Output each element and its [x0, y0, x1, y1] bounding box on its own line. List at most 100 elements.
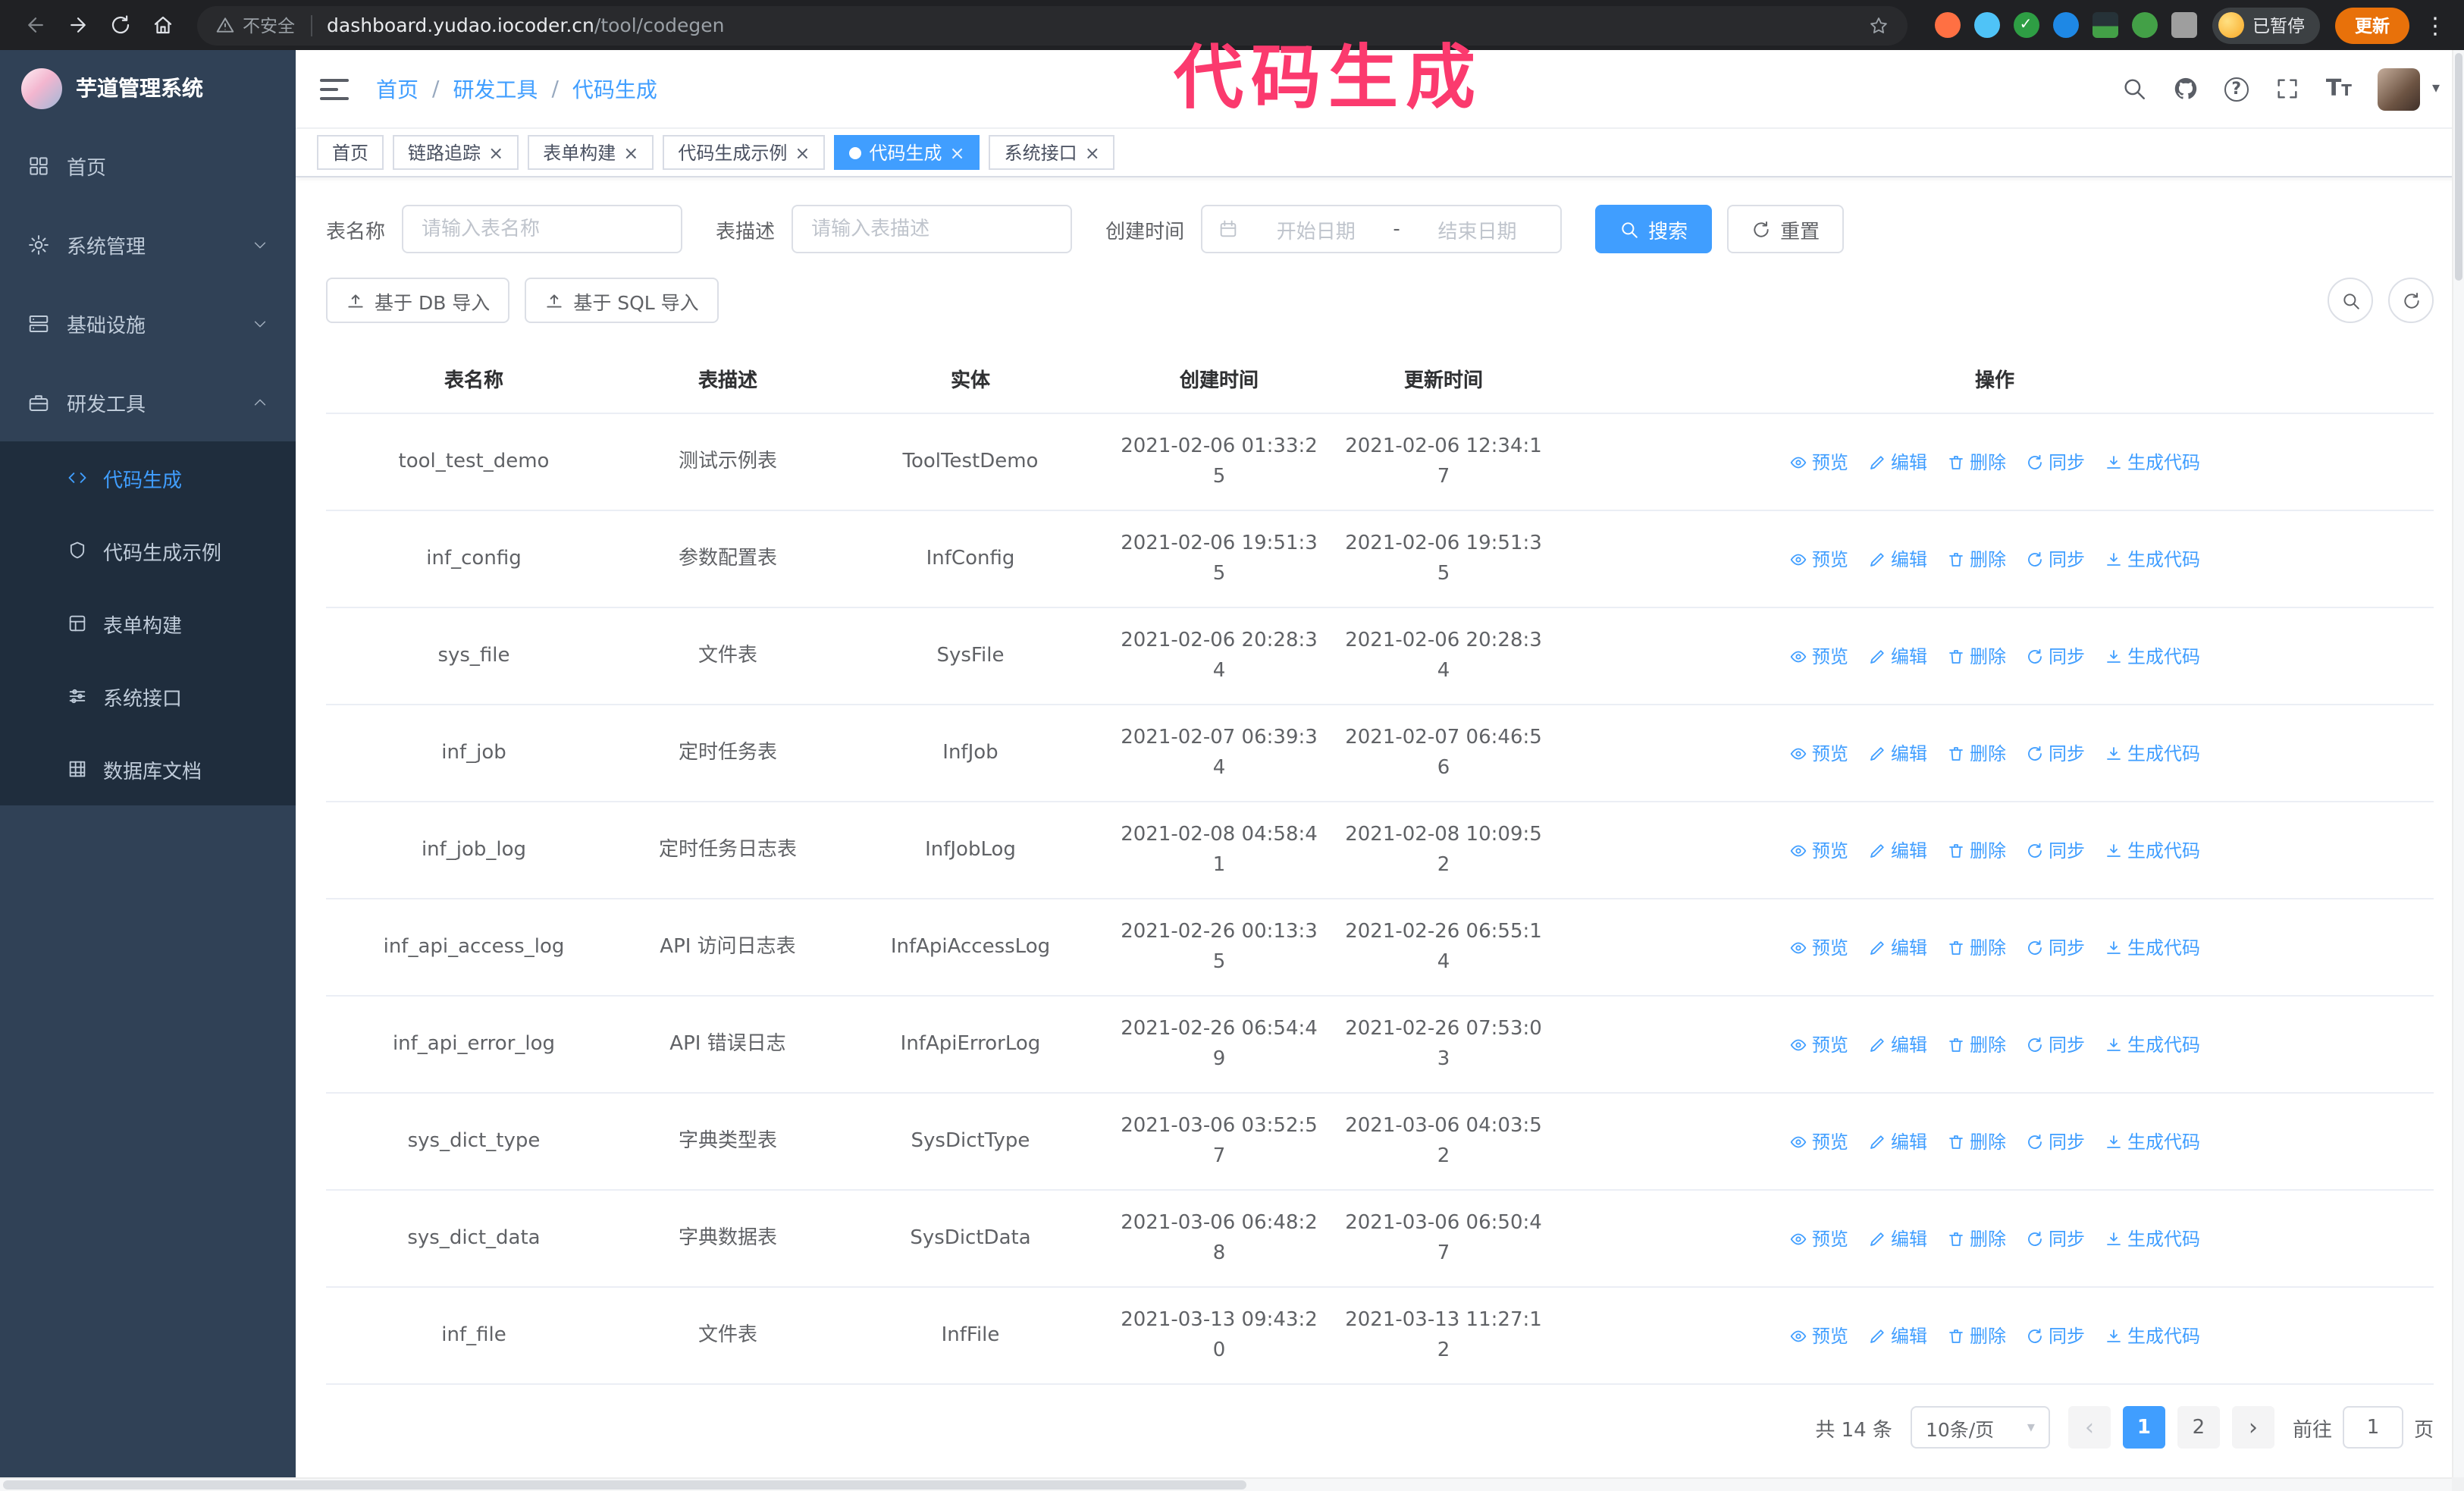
sync-link[interactable]: 同步 — [2026, 642, 2085, 670]
generate-code-link[interactable]: 生成代码 — [2105, 1031, 2200, 1058]
generate-code-link[interactable]: 生成代码 — [2105, 837, 2200, 864]
generate-code-link[interactable]: 生成代码 — [2105, 1128, 2200, 1155]
edit-link[interactable]: 编辑 — [1868, 1225, 1927, 1252]
tab-home[interactable]: 首页 — [317, 135, 384, 170]
table-desc-input[interactable] — [792, 205, 1073, 253]
generate-code-link[interactable]: 生成代码 — [2105, 448, 2200, 476]
preview-link[interactable]: 预览 — [1789, 934, 1848, 961]
generate-code-link[interactable]: 生成代码 — [2105, 739, 2200, 767]
browser-forward-button[interactable] — [58, 5, 97, 45]
tab-codegen-example[interactable]: 代码生成示例 × — [663, 135, 826, 170]
fullscreen-icon[interactable] — [2274, 76, 2300, 102]
extension-icon-drop[interactable] — [1973, 12, 1999, 38]
close-icon[interactable]: × — [623, 143, 638, 162]
preview-link[interactable]: 预览 — [1789, 1322, 1848, 1349]
preview-link[interactable]: 预览 — [1789, 1225, 1848, 1252]
browser-home-button[interactable] — [143, 5, 182, 45]
generate-code-link[interactable]: 生成代码 — [2105, 1225, 2200, 1252]
edit-link[interactable]: 编辑 — [1868, 1031, 1927, 1058]
edit-link[interactable]: 编辑 — [1868, 545, 1927, 573]
user-avatar[interactable] — [2377, 67, 2420, 110]
address-bar[interactable]: 不安全 dashboard.yudao.iocoder.cn/tool/code… — [197, 5, 1907, 45]
sync-link[interactable]: 同步 — [2026, 934, 2085, 961]
delete-link[interactable]: 删除 — [1947, 642, 2006, 670]
generate-code-link[interactable]: 生成代码 — [2105, 545, 2200, 573]
delete-link[interactable]: 删除 — [1947, 934, 2006, 961]
extension-icon-green-check[interactable]: ✓ — [2013, 12, 2039, 38]
page-button-2[interactable]: 2 — [2177, 1406, 2220, 1449]
prev-page-button[interactable]: ‹ — [2067, 1406, 2111, 1449]
generate-code-link[interactable]: 生成代码 — [2105, 1322, 2200, 1349]
generate-code-link[interactable]: 生成代码 — [2105, 934, 2200, 961]
tab-codegen[interactable]: 代码生成 × — [834, 135, 980, 170]
scrollbar-thumb[interactable] — [3, 1480, 1246, 1489]
preview-link[interactable]: 预览 — [1789, 739, 1848, 767]
security-warning[interactable]: 不安全 — [215, 13, 295, 37]
preview-link[interactable]: 预览 — [1789, 837, 1848, 864]
extension-icon-card[interactable] — [2092, 12, 2118, 38]
browser-update-button[interactable]: 更新 — [2335, 7, 2409, 43]
sync-link[interactable]: 同步 — [2026, 1225, 2085, 1252]
next-page-button[interactable]: › — [2231, 1406, 2274, 1449]
preview-link[interactable]: 预览 — [1789, 1031, 1848, 1058]
delete-link[interactable]: 删除 — [1947, 1322, 2006, 1349]
browser-menu-button[interactable]: ⋮ — [2422, 11, 2449, 39]
horizontal-scrollbar[interactable] — [0, 1477, 2452, 1491]
close-icon[interactable]: × — [950, 143, 965, 162]
reset-button[interactable]: 重置 — [1727, 205, 1845, 253]
edit-link[interactable]: 编辑 — [1868, 934, 1927, 961]
tab-system-api[interactable]: 系统接口 × — [989, 135, 1115, 170]
sync-link[interactable]: 同步 — [2026, 545, 2085, 573]
delete-link[interactable]: 删除 — [1947, 837, 2006, 864]
sidebar-item-codegen-example[interactable]: 代码生成示例 — [0, 514, 296, 587]
help-icon[interactable]: ? — [2224, 77, 2249, 101]
sidebar-item-codegen[interactable]: 代码生成 — [0, 441, 296, 514]
edit-link[interactable]: 编辑 — [1868, 642, 1927, 670]
extensions-puzzle-icon[interactable] — [2171, 12, 2196, 38]
sidebar-item-system-api[interactable]: 系统接口 — [0, 660, 296, 733]
scrollbar-thumb[interactable] — [2455, 53, 2462, 281]
delete-link[interactable]: 删除 — [1947, 1031, 2006, 1058]
extension-icon-leaf[interactable] — [2131, 12, 2157, 38]
page-size-select[interactable]: 10条/页 ▾ — [1910, 1406, 2050, 1449]
search-icon[interactable] — [2121, 76, 2147, 102]
breadcrumb-home[interactable]: 首页 — [376, 74, 419, 104]
vertical-scrollbar[interactable] — [2452, 50, 2464, 1477]
preview-link[interactable]: 预览 — [1789, 448, 1848, 476]
sidebar-item-db-docs[interactable]: 数据库文档 — [0, 733, 296, 805]
generate-code-link[interactable]: 生成代码 — [2105, 642, 2200, 670]
edit-link[interactable]: 编辑 — [1868, 837, 1927, 864]
sidebar-item-infrastructure[interactable]: 基础设施 — [0, 284, 296, 363]
sidebar-item-home[interactable]: 首页 — [0, 126, 296, 205]
browser-refresh-button[interactable] — [100, 5, 140, 45]
goto-page-input[interactable] — [2342, 1406, 2403, 1449]
page-button-1[interactable]: 1 — [2122, 1406, 2165, 1449]
sidebar-item-form-builder[interactable]: 表单构建 — [0, 587, 296, 660]
import-sql-button[interactable]: 基于 SQL 导入 — [525, 278, 719, 323]
sidebar-item-system[interactable]: 系统管理 — [0, 205, 296, 284]
close-icon[interactable]: × — [795, 143, 810, 162]
search-button[interactable]: 搜索 — [1595, 205, 1713, 253]
preview-link[interactable]: 预览 — [1789, 642, 1848, 670]
extension-icon-people[interactable] — [2052, 12, 2078, 38]
edit-link[interactable]: 编辑 — [1868, 448, 1927, 476]
sync-link[interactable]: 同步 — [2026, 837, 2085, 864]
toggle-search-button[interactable] — [2328, 278, 2373, 323]
bookmark-star-icon[interactable] — [1867, 14, 1889, 36]
delete-link[interactable]: 删除 — [1947, 545, 2006, 573]
edit-link[interactable]: 编辑 — [1868, 1322, 1927, 1349]
tab-tracing[interactable]: 链路追踪 × — [393, 135, 519, 170]
sidebar-item-dev-tools[interactable]: 研发工具 — [0, 363, 296, 441]
avatar-dropdown-caret[interactable]: ▾ — [2432, 80, 2440, 97]
delete-link[interactable]: 删除 — [1947, 739, 2006, 767]
browser-back-button[interactable] — [15, 5, 55, 45]
preview-link[interactable]: 预览 — [1789, 545, 1848, 573]
import-db-button[interactable]: 基于 DB 导入 — [326, 278, 510, 323]
extension-icon-orange[interactable] — [1934, 12, 1960, 38]
app-logo[interactable]: 芋道管理系统 — [0, 50, 296, 126]
sync-link[interactable]: 同步 — [2026, 739, 2085, 767]
delete-link[interactable]: 删除 — [1947, 1128, 2006, 1155]
date-range-picker[interactable]: 开始日期 - 结束日期 — [1201, 205, 1563, 253]
sync-link[interactable]: 同步 — [2026, 448, 2085, 476]
preview-link[interactable]: 预览 — [1789, 1128, 1848, 1155]
